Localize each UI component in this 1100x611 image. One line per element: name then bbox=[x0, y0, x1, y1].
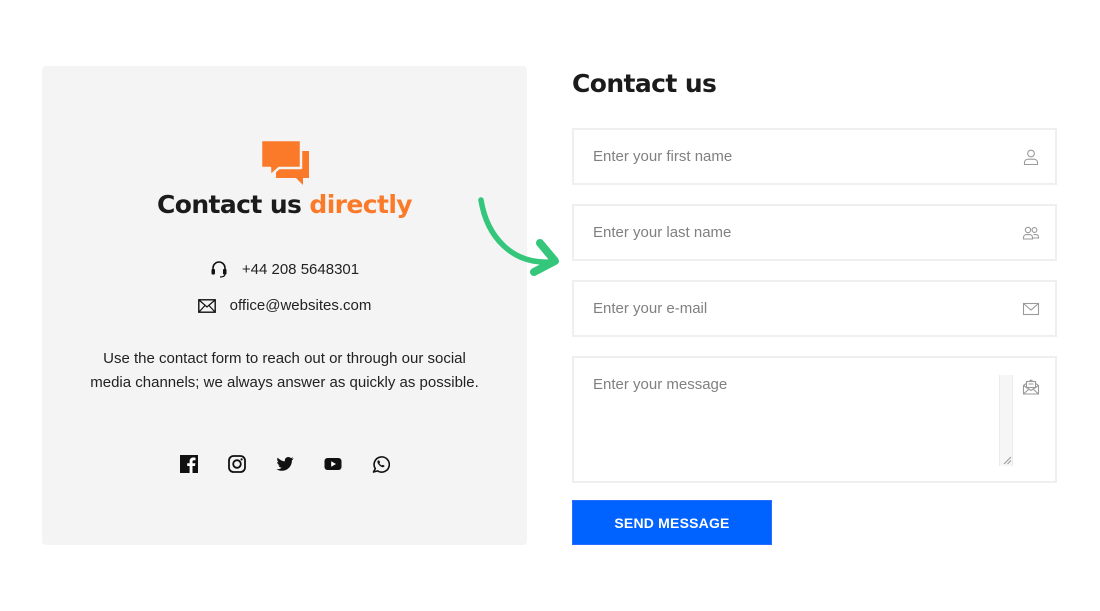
card-title: Contact us directly bbox=[42, 190, 527, 219]
phone-number[interactable]: +44 208 5648301 bbox=[242, 261, 359, 278]
headset-icon bbox=[211, 261, 227, 278]
facebook-icon[interactable] bbox=[179, 455, 198, 473]
resize-grip-icon[interactable] bbox=[999, 452, 1013, 466]
first-name-field-wrapper bbox=[572, 128, 1057, 185]
instagram-icon[interactable] bbox=[227, 455, 246, 473]
card-description: Use the contact form to reach out or thr… bbox=[90, 350, 479, 391]
card-title-main: Contact us bbox=[157, 190, 302, 219]
open-envelope-icon bbox=[1022, 379, 1040, 395]
last-name-input[interactable] bbox=[574, 206, 1055, 259]
email-field-wrapper bbox=[572, 280, 1057, 337]
envelope-icon bbox=[197, 298, 216, 313]
card-title-accent: directly bbox=[309, 190, 412, 219]
form-title: Contact us bbox=[572, 69, 717, 98]
curved-arrow-icon bbox=[478, 197, 559, 276]
youtube-icon[interactable] bbox=[324, 455, 342, 473]
message-field-wrapper bbox=[572, 356, 1057, 483]
send-message-button[interactable]: SEND MESSAGE bbox=[572, 500, 772, 545]
user-icon bbox=[1023, 149, 1039, 165]
twitter-icon[interactable] bbox=[276, 455, 294, 473]
chat-bubbles-icon bbox=[259, 138, 309, 185]
email-line: office@websites.com bbox=[42, 297, 527, 314]
first-name-input[interactable] bbox=[574, 130, 1055, 183]
email-address[interactable]: office@websites.com bbox=[230, 297, 372, 314]
envelope-icon bbox=[1022, 302, 1040, 315]
whatsapp-icon[interactable] bbox=[372, 455, 390, 473]
email-input[interactable] bbox=[574, 282, 1055, 335]
contact-info-card: Contact us directly +44 208 5648301 offi… bbox=[42, 66, 527, 545]
users-icon bbox=[1022, 226, 1040, 240]
message-textarea[interactable] bbox=[574, 358, 1055, 481]
phone-line: +44 208 5648301 bbox=[42, 260, 527, 278]
social-links bbox=[42, 455, 527, 473]
last-name-field-wrapper bbox=[572, 204, 1057, 261]
